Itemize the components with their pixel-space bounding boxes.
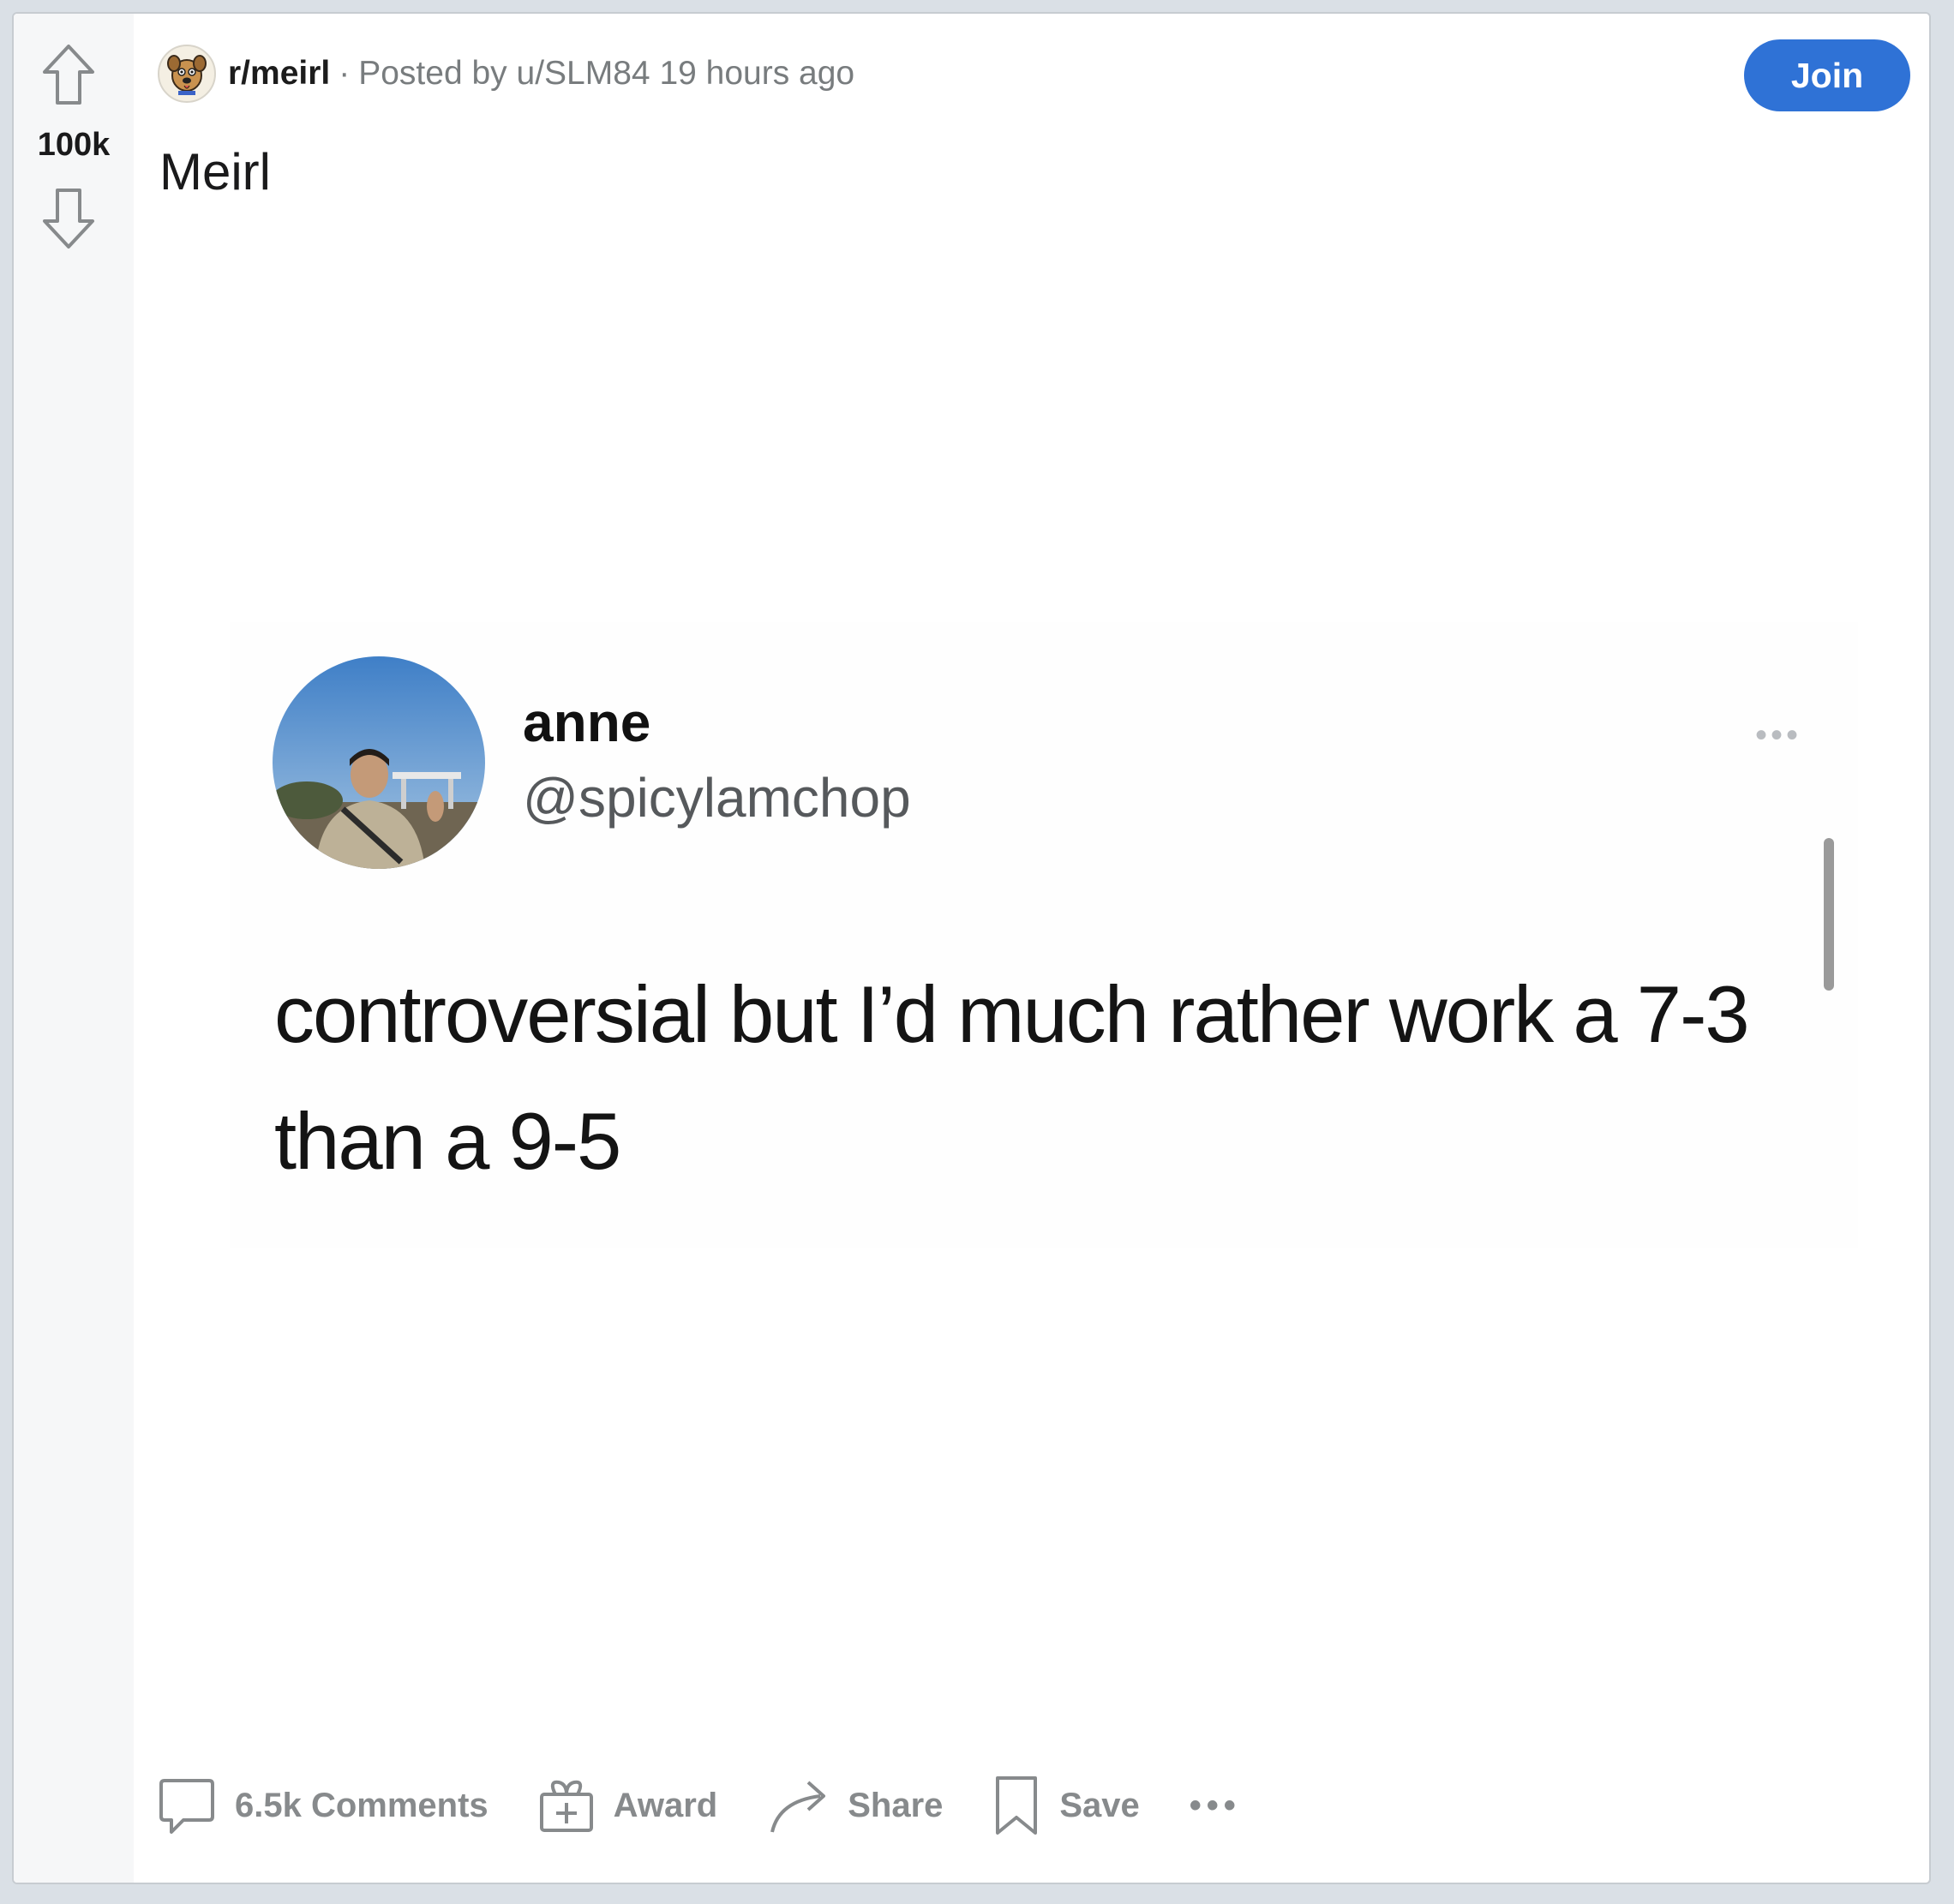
tweet-scrollbar [1824,838,1834,991]
upvote-icon[interactable] [41,43,96,108]
comment-bubble-icon [159,1779,214,1834]
tweet-avatar [273,656,485,869]
post-action-bar: 6.5k Comments Award Share Save ••• [158,1767,1241,1844]
subreddit-avatar[interactable] [158,45,216,103]
tweet-author-handle: @spicylamchop [523,767,911,829]
join-button[interactable]: Join [1744,39,1910,111]
comments-button[interactable]: 6.5k Comments [158,1775,488,1835]
tweet-more-icon: ••• [1755,716,1802,754]
post-title[interactable]: Meirl [159,142,271,201]
meta-separator: · [339,55,351,92]
share-arrow-icon [770,1781,826,1833]
award-label: Award [613,1786,718,1824]
post-card: 100k r/meirl · Posted by u/SLM84 19 hour… [12,12,1931,1884]
share-button[interactable]: Share [767,1775,943,1835]
save-label: Save [1059,1786,1140,1824]
posted-by-text: Posted by u/SLM84 19 hours ago [358,55,855,92]
gift-icon [539,1780,593,1832]
tweet-text: controversial but I’d much rather work a… [274,969,1750,1186]
save-button[interactable]: Save [992,1775,1140,1836]
downvote-icon[interactable] [41,185,96,250]
post-meta: r/meirl · Posted by u/SLM84 19 hours ago [158,43,854,105]
post-image[interactable]: anne @spicylamchop ••• controversial but… [230,622,1858,1248]
share-label: Share [848,1786,944,1824]
more-options-icon[interactable]: ••• [1190,1787,1241,1825]
subreddit-name[interactable]: r/meirl [228,55,330,93]
vote-column: 100k [14,14,134,1883]
bookmark-icon [996,1776,1038,1835]
comments-label: 6.5k Comments [235,1786,488,1824]
vote-score: 100k [37,127,111,163]
tweet-author-name: anne [523,692,651,753]
award-button[interactable]: Award [538,1777,718,1834]
